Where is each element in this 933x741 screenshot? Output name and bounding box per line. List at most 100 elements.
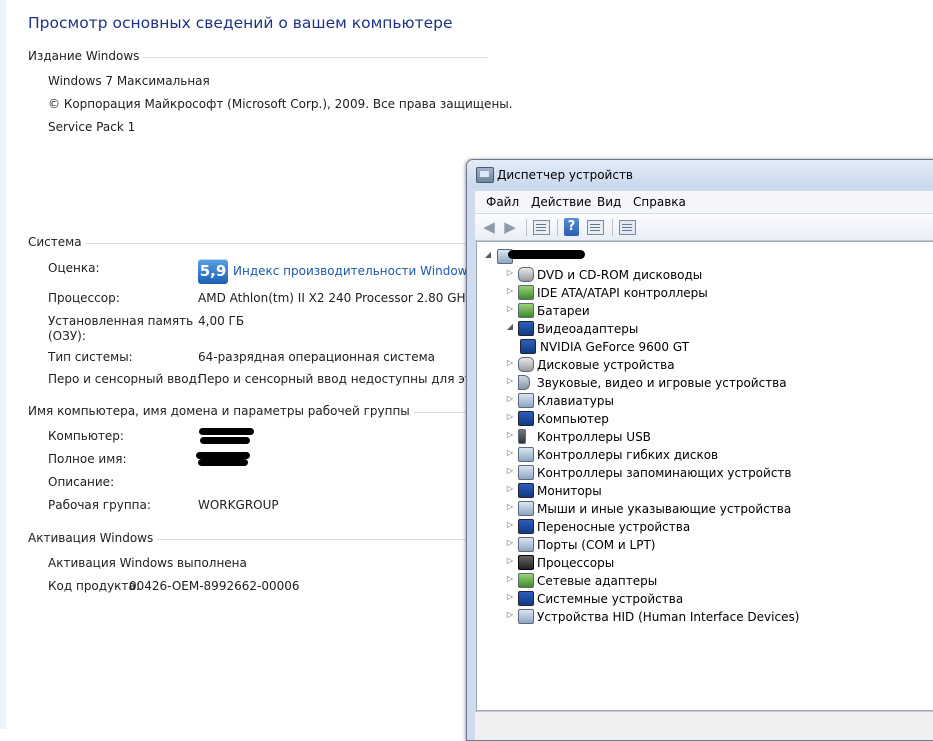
pen-input-label: Перо и сенсорный ввод: [48, 372, 201, 386]
section-header-activation: Активация Windows [28, 531, 488, 545]
expand-icon[interactable]: ▷ [506, 592, 514, 602]
battery-icon [518, 303, 534, 318]
menu-view[interactable]: Вид [597, 195, 621, 209]
storage-controller-icon [518, 465, 534, 480]
collapse-icon[interactable]: ◢ [506, 322, 514, 332]
menu-help[interactable]: Справка [633, 195, 686, 209]
tree-category-item[interactable]: ▷ Мыши и иные указывающие устройства [506, 500, 886, 518]
tree-category-item[interactable]: ▷ Устройства HID (Human Interface Devices… [506, 608, 886, 626]
tree-item-label: NVIDIA GeForce 9600 GT [540, 340, 690, 354]
device-tree[interactable]: ◢ ▷ DVD и CD-ROM дисководы ▷ IDE ATA/ATAPI … [476, 241, 933, 711]
performance-index-link[interactable]: Индекс производительности Windows [233, 264, 474, 278]
expand-icon[interactable]: ▷ [506, 556, 514, 566]
toolbar-separator [557, 219, 558, 236]
tree-category-item[interactable]: ▷ Дисковые устройства [506, 356, 886, 374]
tree-category-item[interactable]: ▷ Сетевые адаптеры [506, 572, 886, 590]
menu-action[interactable]: Действие [531, 195, 591, 209]
tree-category-item[interactable]: ▷ Контроллеры USB [506, 428, 886, 446]
sound-icon [518, 375, 530, 390]
tree-item-label: Клавиатуры [537, 394, 614, 408]
expand-icon[interactable]: ▷ [506, 412, 514, 422]
expand-icon[interactable]: ▷ [506, 358, 514, 368]
tree-item-label: Порты (COM и LPT) [537, 538, 656, 552]
performance-score-badge[interactable]: 5,9 [198, 259, 228, 284]
system-type-value: 64-разрядная операционная система [198, 350, 436, 364]
tree-category-item[interactable]: ▷ IDE ATA/ATAPI контроллеры [506, 284, 886, 302]
ide-controller-icon [518, 285, 534, 300]
processor-value: AMD Athlon(tm) II X2 240 Processor 2.80 … [198, 291, 472, 305]
toolbar-separator [612, 219, 613, 236]
workgroup-label: Рабочая группа: [48, 498, 151, 512]
memory-label-line2: (ОЗУ): [48, 329, 86, 343]
disk-drive-icon [518, 357, 534, 372]
collapse-icon[interactable]: ◢ [484, 250, 492, 260]
expand-icon[interactable]: ▷ [506, 610, 514, 620]
port-icon [518, 537, 534, 552]
full-name-label: Полное имя: [48, 452, 127, 466]
expand-icon[interactable]: ▷ [506, 448, 514, 458]
forward-arrow-icon[interactable]: ▶ [501, 218, 519, 236]
tree-category-item[interactable]: ▷ Звуковые, видео и игровые устройства [506, 374, 886, 392]
tree-category-item[interactable]: ▷ Батареи [506, 302, 886, 320]
expand-icon[interactable]: ▷ [506, 574, 514, 584]
expand-icon[interactable]: ▷ [506, 394, 514, 404]
tree-item-label: Устройства HID (Human Interface Devices) [537, 610, 800, 624]
computer-icon [518, 411, 534, 426]
window-title: Диспетчер устройств [497, 168, 634, 182]
display-adapter-icon [520, 339, 536, 354]
properties-icon[interactable] [533, 220, 550, 235]
redacted-full-name [196, 452, 250, 459]
tree-item-label: Батареи [537, 304, 590, 318]
usb-icon [518, 429, 526, 444]
tree-category-item[interactable]: ▷ Переносные устройства [506, 518, 886, 536]
tree-item-label: Звуковые, видео и игровые устройства [537, 376, 787, 390]
page-title: Просмотр основных сведений о вашем компь… [28, 14, 453, 32]
tree-category-item[interactable]: ▷ Клавиатуры [506, 392, 886, 410]
expand-icon[interactable]: ▷ [506, 268, 514, 278]
tree-category-item[interactable]: ▷ Мониторы [506, 482, 886, 500]
expand-icon[interactable]: ▷ [506, 502, 514, 512]
redacted-computer-name-stroke [200, 437, 250, 444]
tree-category-item[interactable]: ▷ Контроллеры гибких дисков [506, 446, 886, 464]
workgroup-value: WORKGROUP [198, 498, 279, 512]
expand-icon[interactable]: ▷ [506, 538, 514, 548]
tree-category-item[interactable]: ▷ Контроллеры запоминающих устройств [506, 464, 886, 482]
tree-child-item[interactable]: NVIDIA GeForce 9600 GT [520, 338, 900, 356]
tree-category-item[interactable]: ▷ Порты (COM и LPT) [506, 536, 886, 554]
tree-root[interactable]: ◢ [484, 248, 604, 266]
expand-icon[interactable]: ▷ [506, 376, 514, 386]
system-device-icon [518, 591, 534, 606]
tree-item-label: Процессоры [537, 556, 615, 570]
section-header-system: Система [28, 235, 488, 249]
expand-icon[interactable]: ▷ [506, 466, 514, 476]
expand-icon[interactable]: ▷ [506, 286, 514, 296]
tree-category-item[interactable]: ▷ Процессоры [506, 554, 886, 572]
tree-category-item[interactable]: ▷ Компьютер [506, 410, 886, 428]
mouse-icon [518, 501, 534, 516]
display-adapter-icon [518, 321, 534, 336]
tree-category-item[interactable]: ▷ DVD и CD-ROM дисководы [506, 266, 886, 284]
status-bar [475, 711, 933, 740]
menu-file[interactable]: Файл [486, 195, 519, 209]
tree-category-item[interactable]: ◢ Видеоадаптеры [506, 320, 886, 338]
service-pack-text: Service Pack 1 [48, 120, 136, 134]
monitor-icon [518, 483, 534, 498]
device-view-icon[interactable] [587, 220, 604, 235]
toolbar-separator [526, 219, 527, 236]
device-manager-icon [476, 167, 494, 183]
expand-icon[interactable]: ▷ [506, 484, 514, 494]
tree-category-item[interactable]: ▷ Системные устройства [506, 590, 886, 608]
redacted-computer-name [199, 428, 254, 435]
device-manager-window[interactable]: Диспетчер устройств Файл Действие Вид Сп… [466, 159, 933, 741]
activation-status: Активация Windows выполнена [48, 556, 247, 570]
memory-value: 4,00 ГБ [198, 314, 245, 328]
expand-icon[interactable]: ▷ [506, 304, 514, 314]
scan-hardware-icon[interactable] [619, 220, 636, 235]
back-arrow-icon[interactable]: ◀ [480, 218, 498, 236]
expand-icon[interactable]: ▷ [506, 520, 514, 530]
title-bar[interactable]: Диспетчер устройств [467, 160, 933, 188]
expand-icon[interactable]: ▷ [506, 430, 514, 440]
dvd-drive-icon [518, 267, 534, 282]
processor-label: Процессор: [48, 291, 120, 305]
help-icon[interactable]: ? [564, 218, 579, 236]
